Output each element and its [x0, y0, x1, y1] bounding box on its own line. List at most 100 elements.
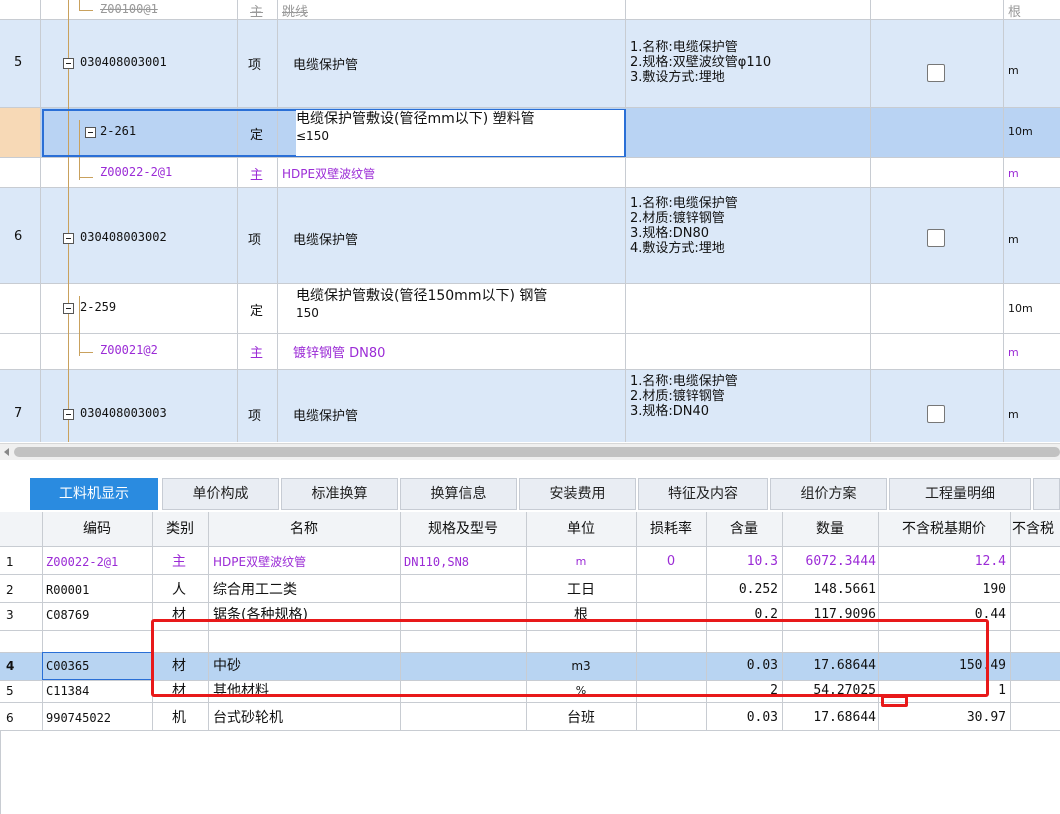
col-header-type[interactable]: 类别 [152, 512, 208, 546]
col-header-quantity[interactable]: 数量 [782, 512, 878, 546]
row-number: 6 [6, 711, 14, 725]
row-code: 030408003003 [80, 406, 167, 420]
row-number: 4 [6, 659, 15, 673]
row-code: Z00022-2@1 [46, 555, 119, 569]
row-type: 项 [248, 233, 262, 248]
row-unit: 10m [1008, 302, 1033, 315]
row-type: 人 [172, 582, 186, 598]
col-header-name[interactable]: 名称 [208, 512, 400, 546]
row-type: 定 [250, 128, 264, 143]
tab-material-display[interactable]: 工料机显示 [30, 478, 158, 510]
collapse-toggle-icon[interactable] [63, 233, 74, 244]
row-unit: 工日 [567, 582, 595, 598]
horizontal-scrollbar[interactable] [0, 443, 1060, 460]
tab-pricing-plan[interactable]: 组价方案 [770, 478, 887, 510]
row-type: 主 [250, 168, 264, 183]
col-header-price[interactable]: 不含税基期价 [878, 512, 1010, 546]
row-spec: DN110,SN8 [404, 555, 470, 569]
col-header-unit[interactable]: 单位 [526, 512, 636, 546]
row-price: 30.97 [966, 710, 1006, 725]
row-unit: m [575, 555, 587, 568]
row-unit: m [1008, 167, 1019, 180]
row-unit: 根 [1008, 5, 1022, 20]
row-checkbox[interactable] [927, 229, 945, 247]
scroll-left-icon[interactable] [4, 448, 9, 456]
row-unit: 10m [1008, 125, 1033, 138]
row-name: 镀锌钢管 DN80 [293, 346, 386, 361]
row-code: 030408003002 [80, 230, 167, 244]
row-quantity: 17.68644 [813, 710, 876, 725]
row-code: 2-259 [80, 300, 117, 314]
tab-quantity-detail[interactable]: 工程量明细 [889, 478, 1031, 510]
row-checkbox[interactable] [927, 405, 945, 423]
row-content: 0.252 [738, 582, 778, 597]
row-code: C08769 [46, 608, 90, 622]
col-header-loss[interactable]: 损耗率 [636, 512, 706, 546]
tab-install-fee[interactable]: 安装费用 [519, 478, 636, 510]
row-unit: 台班 [567, 710, 595, 726]
row-number: 7 [14, 406, 23, 421]
col-header-code[interactable]: 编码 [42, 512, 152, 546]
row-name: HDPE双壁波纹管 [282, 167, 376, 181]
row-name: 跳线 [282, 5, 309, 20]
annotation-red-box [151, 619, 989, 697]
row-checkbox[interactable] [927, 64, 945, 82]
row-name: 电缆保护管敷设(管径150mm以下) 钢管 150 [296, 288, 548, 320]
row-code: Z00021@2 [100, 343, 158, 357]
row-code: 2-261 [100, 124, 137, 138]
scrollbar-thumb[interactable] [14, 447, 1060, 457]
row-code: 030408003001 [80, 55, 167, 69]
row-code: Z00100@1 [100, 2, 158, 16]
row-unit: m [1008, 64, 1019, 77]
row-number: 3 [6, 608, 14, 622]
upper-grid: Z00100@1 主 跳线 根 5 030408003001 项 电缆保护管 1… [0, 0, 1060, 442]
row-number: 1 [6, 555, 14, 569]
row-code: R00001 [46, 583, 90, 597]
row-type: 定 [250, 304, 264, 319]
row-unit: m [1008, 346, 1019, 359]
row-number: 2 [6, 583, 14, 597]
tab-more[interactable] [1033, 478, 1060, 510]
row-name: 电缆保护管 [293, 58, 359, 73]
annotation-red-mark [881, 695, 908, 707]
row-code: C00365 [46, 659, 90, 673]
row-content: 0.03 [746, 710, 778, 725]
tab-conversion-info[interactable]: 换算信息 [400, 478, 517, 510]
row-unit: m [1008, 233, 1019, 246]
collapse-toggle-icon[interactable] [63, 303, 74, 314]
row-number: 5 [6, 684, 14, 698]
collapse-toggle-icon[interactable] [63, 58, 74, 69]
row-name-editor[interactable]: 电缆保护管敷设(管径mm以下) 塑料管 ≤150 [296, 110, 624, 156]
row-number: 6 [14, 229, 23, 244]
row-content: 10.3 [746, 554, 778, 569]
col-header-spec[interactable]: 规格及型号 [400, 512, 526, 546]
col-header-content[interactable]: 含量 [706, 512, 782, 546]
row-type: 主 [250, 346, 264, 361]
row-type: 项 [248, 409, 262, 424]
row-type: 项 [248, 58, 262, 73]
col-header-price-2[interactable]: 不含税 [1012, 512, 1060, 546]
row-features: 1.名称:电缆保护管 2.规格:双壁波纹管φ110 3.敷设方式:埋地 [630, 40, 772, 85]
row-name: 台式砂轮机 [213, 710, 283, 726]
collapse-toggle-icon[interactable] [85, 127, 96, 138]
tab-features[interactable]: 特征及内容 [638, 478, 768, 510]
row-type: 主 [250, 5, 264, 20]
row-code: 990745022 [46, 711, 112, 725]
row-name: 电缆保护管 [293, 409, 359, 424]
row-name: 综合用工二类 [213, 582, 297, 598]
row-code: C11384 [46, 684, 90, 698]
row-type: 机 [172, 710, 186, 726]
row-name: 电缆保护管 [293, 233, 359, 248]
row-features: 1.名称:电缆保护管 2.材质:镀锌钢管 3.规格:DN80 4.敷设方式:埋地 [630, 196, 738, 256]
tab-standard-conversion[interactable]: 标准换算 [281, 478, 398, 510]
row-features: 1.名称:电缆保护管 2.材质:镀锌钢管 3.规格:DN40 [630, 374, 738, 419]
row-name: HDPE双壁波纹管 [213, 555, 307, 569]
row-number: 5 [14, 55, 23, 70]
row-unit: m [1008, 408, 1019, 421]
tab-unit-price[interactable]: 单价构成 [162, 478, 279, 510]
row-code: Z00022-2@1 [100, 165, 173, 179]
row-price: 12.4 [974, 554, 1006, 569]
collapse-toggle-icon[interactable] [63, 409, 74, 420]
row-type: 主 [172, 554, 186, 570]
row-quantity: 148.5661 [813, 582, 876, 597]
